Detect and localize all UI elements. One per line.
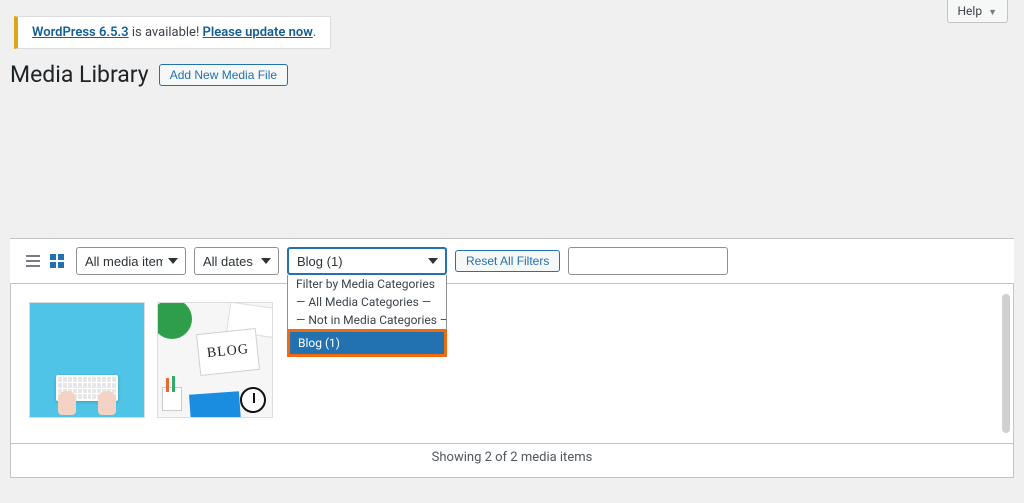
help-label: Help	[958, 4, 983, 18]
grid-view-icon[interactable]	[46, 250, 68, 272]
notebook-text: BLOG	[196, 328, 260, 376]
status-text: Showing 2 of 2 media items	[10, 444, 1014, 478]
category-dropdown: Filter by Media Categories — All Media C…	[287, 275, 447, 357]
update-nag: WordPress 6.5.3 is available! Please upd…	[14, 16, 331, 49]
media-thumbnail[interactable]	[29, 302, 145, 418]
option-not-in-categories[interactable]: — Not in Media Categories —	[288, 311, 446, 329]
hand-illustration	[98, 391, 116, 415]
scrollbar[interactable]	[1002, 294, 1010, 433]
help-tab[interactable]: Help ▼	[947, 0, 1009, 23]
add-new-media-button[interactable]: Add New Media File	[159, 64, 288, 86]
desk-illustration: BLOG	[158, 303, 272, 417]
reset-filters-button[interactable]: Reset All Filters	[455, 250, 560, 272]
nag-text-1: is available!	[129, 25, 203, 40]
hand-illustration	[58, 391, 76, 415]
media-type-filter[interactable]: All media items	[76, 247, 186, 275]
search-input[interactable]	[568, 247, 728, 275]
category-filter[interactable]: Blog (1)	[287, 247, 447, 275]
media-toolbar: All media items All dates Blog (1) Filte…	[10, 238, 1014, 284]
update-now-link[interactable]: Please update now	[203, 25, 313, 40]
page-header: Media Library Add New Media File	[10, 61, 1014, 88]
caret-down-icon: ▼	[988, 8, 997, 18]
media-thumbnail[interactable]: BLOG	[157, 302, 273, 418]
category-filter-wrap: Blog (1) Filter by Media Categories — Al…	[287, 247, 447, 275]
view-switch	[22, 250, 68, 272]
option-all-categories[interactable]: — All Media Categories —	[288, 293, 446, 311]
list-view-icon[interactable]	[22, 250, 44, 272]
nag-period: .	[313, 25, 316, 40]
wp-version-link[interactable]: WordPress 6.5.3	[32, 25, 129, 40]
date-filter[interactable]: All dates	[194, 247, 279, 275]
media-grid: BLOG	[10, 284, 1014, 444]
option-blog[interactable]: Blog (1)	[287, 329, 447, 357]
dropdown-header: Filter by Media Categories	[288, 275, 446, 293]
page-title: Media Library	[10, 61, 149, 88]
